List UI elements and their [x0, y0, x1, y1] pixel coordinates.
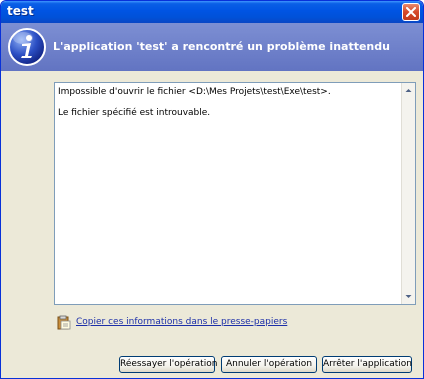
info-icon	[8, 28, 46, 66]
copy-link-label[interactable]: Copier ces informations dans le presse-p…	[76, 317, 287, 327]
window-title: test	[7, 4, 34, 18]
scroll-down-icon[interactable]	[403, 291, 414, 302]
scroll-up-icon[interactable]	[403, 85, 414, 96]
retry-button[interactable]: Réessayer l'opération	[119, 356, 217, 373]
vertical-scrollbar[interactable]	[401, 83, 415, 304]
title-bar[interactable]: test	[1, 1, 423, 23]
close-icon	[406, 7, 416, 17]
cancel-operation-button[interactable]: Annuler l'opération	[221, 356, 317, 373]
detail-line: Impossible d'ouvrir le fichier <D:\Mes P…	[58, 87, 331, 97]
clipboard-icon	[57, 315, 71, 330]
stop-application-button[interactable]: Arrêter l'application	[322, 356, 412, 373]
details-textbox[interactable]: Impossible d'ouvrir le fichier <D:\Mes P…	[54, 82, 416, 305]
error-dialog: test L'application 'test' a rencontré un…	[0, 0, 424, 379]
detail-line: Le fichier spécifié est introuvable.	[58, 108, 211, 118]
error-message-title: L'application 'test' a rencontré un prob…	[53, 40, 390, 53]
close-button[interactable]	[402, 3, 420, 21]
dialog-header: L'application 'test' a rencontré un prob…	[1, 23, 423, 71]
